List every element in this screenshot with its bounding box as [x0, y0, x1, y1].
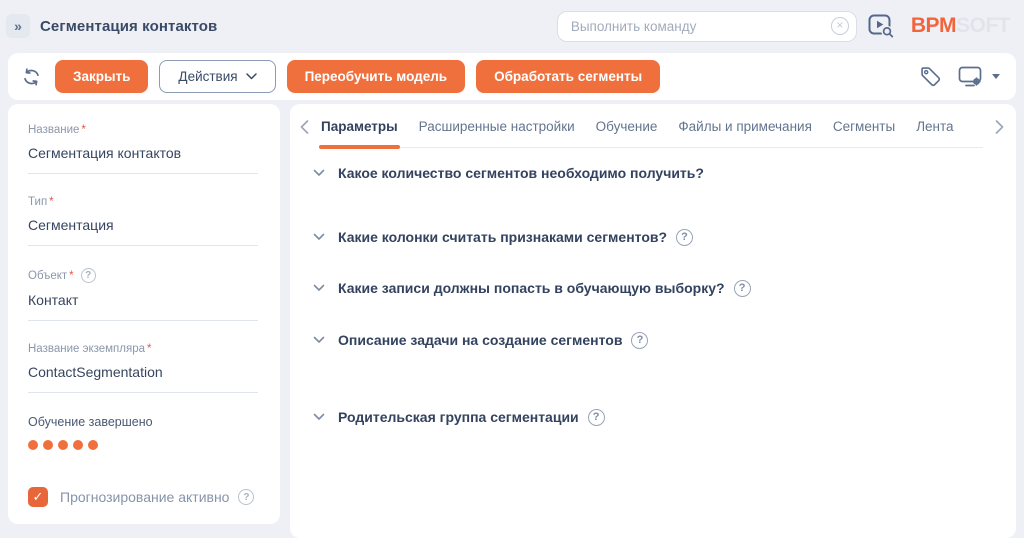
tab-advanced-settings[interactable]: Расширенные настройки — [419, 119, 575, 147]
help-icon[interactable]: ? — [631, 331, 649, 349]
prediction-active-row: ✓ Прогнозирование активно ? — [28, 487, 258, 507]
training-status-label: Обучение завершено — [28, 415, 153, 429]
field-type-value[interactable]: Сегментация — [28, 217, 258, 246]
tab-files-notes[interactable]: Файлы и примечания — [678, 119, 811, 147]
actions-label: Действия — [178, 69, 238, 84]
section-training-sample[interactable]: Какие записи должны попасть в обучающую … — [313, 277, 1008, 299]
chevron-down-icon — [313, 233, 325, 241]
bpmsoft-logo: BPMSOFT — [910, 14, 1011, 38]
record-summary-panel: Название * Сегментация контактов Тип * Сег… — [8, 104, 280, 524]
page-title: Сегментация контактов — [40, 17, 218, 35]
training-progress-dot — [73, 440, 83, 450]
toolbar-right — [919, 65, 1000, 88]
prediction-active-label: Прогнозирование активно — [60, 489, 230, 505]
section-label: Какие записи должны попасть в обучающую … — [338, 280, 725, 296]
actions-dropdown-button[interactable]: Действия — [159, 60, 276, 93]
section-label: Родительская группа сегментации — [338, 409, 579, 425]
refresh-icon[interactable] — [22, 67, 41, 86]
required-mark: * — [81, 124, 86, 136]
process-segments-button[interactable]: Обработать сегменты — [476, 60, 661, 93]
training-progress-dot — [43, 440, 53, 450]
tabs-bar: Параметры Расширенные настройки Обучение… — [298, 104, 1008, 149]
field-instance-name-label: Название экземпляра — [28, 343, 146, 355]
logo-bpm: BPM — [910, 14, 957, 37]
training-progress-dots — [28, 440, 258, 450]
tabs-scroll-left-icon[interactable] — [300, 120, 309, 134]
chevron-down-icon — [313, 413, 325, 421]
training-progress-dot — [88, 440, 98, 450]
help-icon[interactable]: ? — [80, 268, 96, 283]
tabs-scroll-right-icon[interactable] — [995, 120, 1004, 134]
close-button[interactable]: Закрыть — [55, 60, 149, 93]
section-task-description[interactable]: Описание задачи на создание сегментов ? — [313, 329, 1008, 351]
field-instance-name: Название экземпляра * ContactSegmentation — [28, 343, 258, 393]
section-parent-group[interactable]: Родительская группа сегментации ? — [313, 406, 1008, 428]
logo-soft: SOFT — [956, 14, 1011, 37]
help-icon[interactable]: ? — [587, 408, 605, 426]
training-progress-dot — [28, 440, 38, 450]
sidebar-expand-icon[interactable]: » — [6, 14, 30, 38]
command-bar: × — [556, 10, 857, 42]
required-mark: * — [69, 269, 74, 282]
field-instance-name-value[interactable]: ContactSegmentation — [28, 364, 258, 393]
top-header: » Сегментация контактов × BPMSOFT — [0, 0, 1024, 52]
run-process-search-icon[interactable] — [868, 14, 895, 39]
chevron-down-icon — [313, 336, 325, 344]
field-name-value[interactable]: Сегментация контактов — [28, 145, 258, 174]
section-segment-count[interactable]: Какое количество сегментов необходимо по… — [313, 162, 1008, 184]
field-type: Тип * Сегментация — [28, 196, 258, 246]
chevron-down-icon — [313, 169, 325, 177]
tab-training[interactable]: Обучение — [596, 119, 658, 147]
record-detail-panel: Параметры Расширенные настройки Обучение… — [290, 104, 1016, 538]
field-name-label: Название — [28, 124, 80, 136]
field-object: Объект * ? Контакт — [28, 268, 258, 321]
field-object-label: Объект — [28, 269, 68, 282]
field-object-value[interactable]: Контакт — [28, 292, 258, 321]
display-settings-caret-icon[interactable] — [992, 74, 1000, 79]
field-type-label: Тип — [28, 196, 48, 208]
chevron-down-icon — [313, 284, 325, 292]
help-icon[interactable]: ? — [676, 228, 694, 246]
required-mark: * — [147, 343, 152, 355]
field-name: Название * Сегментация контактов — [28, 124, 258, 174]
chevron-down-icon — [245, 73, 257, 80]
clear-command-icon[interactable]: × — [830, 16, 849, 35]
content-area: Название * Сегментация контактов Тип * Сег… — [8, 104, 1016, 538]
help-icon[interactable]: ? — [733, 279, 751, 297]
tab-parameters[interactable]: Параметры — [319, 119, 400, 149]
tag-icon[interactable] — [919, 65, 942, 88]
section-label: Какие колонки считать признаками сегмент… — [338, 229, 668, 245]
record-toolbar: Закрыть Действия Переобучить модель Обра… — [8, 53, 1016, 100]
training-progress-dot — [58, 440, 68, 450]
required-mark: * — [49, 196, 54, 208]
tab-segments[interactable]: Сегменты — [833, 119, 895, 147]
section-label: Какое количество сегментов необходимо по… — [338, 165, 704, 181]
prediction-active-checkbox[interactable]: ✓ — [28, 487, 48, 507]
header-right: × BPMSOFT — [556, 10, 1011, 42]
help-icon[interactable]: ? — [238, 489, 255, 505]
section-label: Описание задачи на создание сегментов — [338, 332, 623, 348]
tab-feed[interactable]: Лента — [916, 119, 953, 147]
command-input[interactable] — [556, 10, 857, 42]
section-feature-columns[interactable]: Какие колонки считать признаками сегмент… — [313, 226, 1008, 248]
tabs-strip: Параметры Расширенные настройки Обучение… — [319, 119, 983, 149]
display-settings-icon[interactable] — [958, 66, 984, 88]
retrain-model-button[interactable]: Переобучить модель — [286, 60, 466, 93]
parameter-sections: Какое количество сегментов необходимо по… — [298, 162, 1008, 428]
